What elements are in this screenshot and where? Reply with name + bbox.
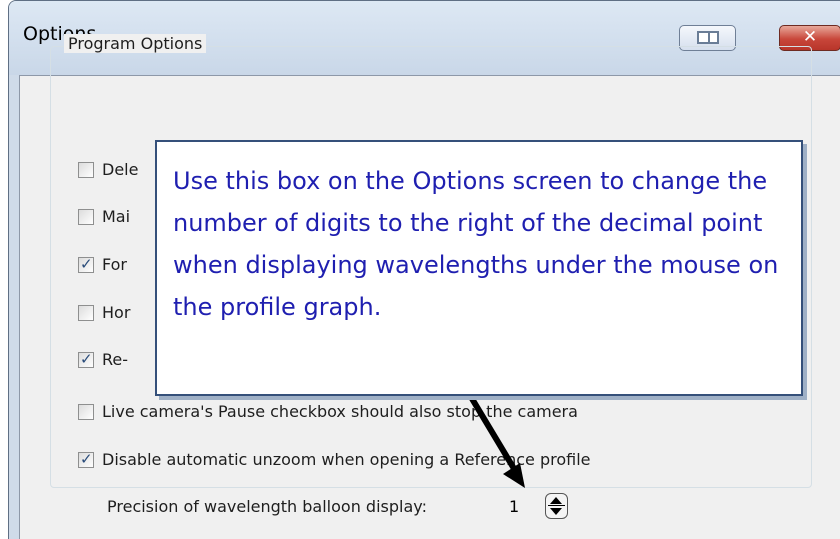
callout-box: Use this box on the Options screen to ch… xyxy=(155,140,803,396)
checkbox-7[interactable] xyxy=(78,450,94,468)
close-icon: ✕ xyxy=(802,27,818,47)
checkbox-label-4: Hor xyxy=(102,303,131,322)
callout-text: Use this box on the Options screen to ch… xyxy=(173,167,779,321)
checkbox-label-1: Dele xyxy=(102,160,139,179)
checkbox-2[interactable] xyxy=(78,209,94,225)
checkbox-5[interactable] xyxy=(78,350,94,368)
checkbox-label-7: Disable automatic unzoom when opening a … xyxy=(102,450,591,469)
precision-spinner[interactable] xyxy=(545,493,568,519)
checkbox-6[interactable] xyxy=(78,404,94,420)
spin-down-icon[interactable] xyxy=(550,508,562,515)
checkbox-label-5: Re- xyxy=(102,350,129,369)
spin-up-icon[interactable] xyxy=(550,497,562,504)
checkbox-label-3: For xyxy=(102,255,127,274)
checkbox-4[interactable] xyxy=(78,305,94,321)
checkbox-label-6: Live camera's Pause checkbox should also… xyxy=(102,402,578,421)
checkbox-3[interactable] xyxy=(78,255,94,273)
checkbox-label-2: Mai xyxy=(102,207,131,226)
precision-label: Precision of wavelength balloon display: xyxy=(107,497,427,516)
group-legend: Program Options xyxy=(64,34,207,53)
precision-value[interactable]: 1 xyxy=(509,497,519,516)
spin-divider xyxy=(548,505,565,506)
restore-icon xyxy=(697,31,719,44)
checkbox-1[interactable] xyxy=(78,162,94,178)
